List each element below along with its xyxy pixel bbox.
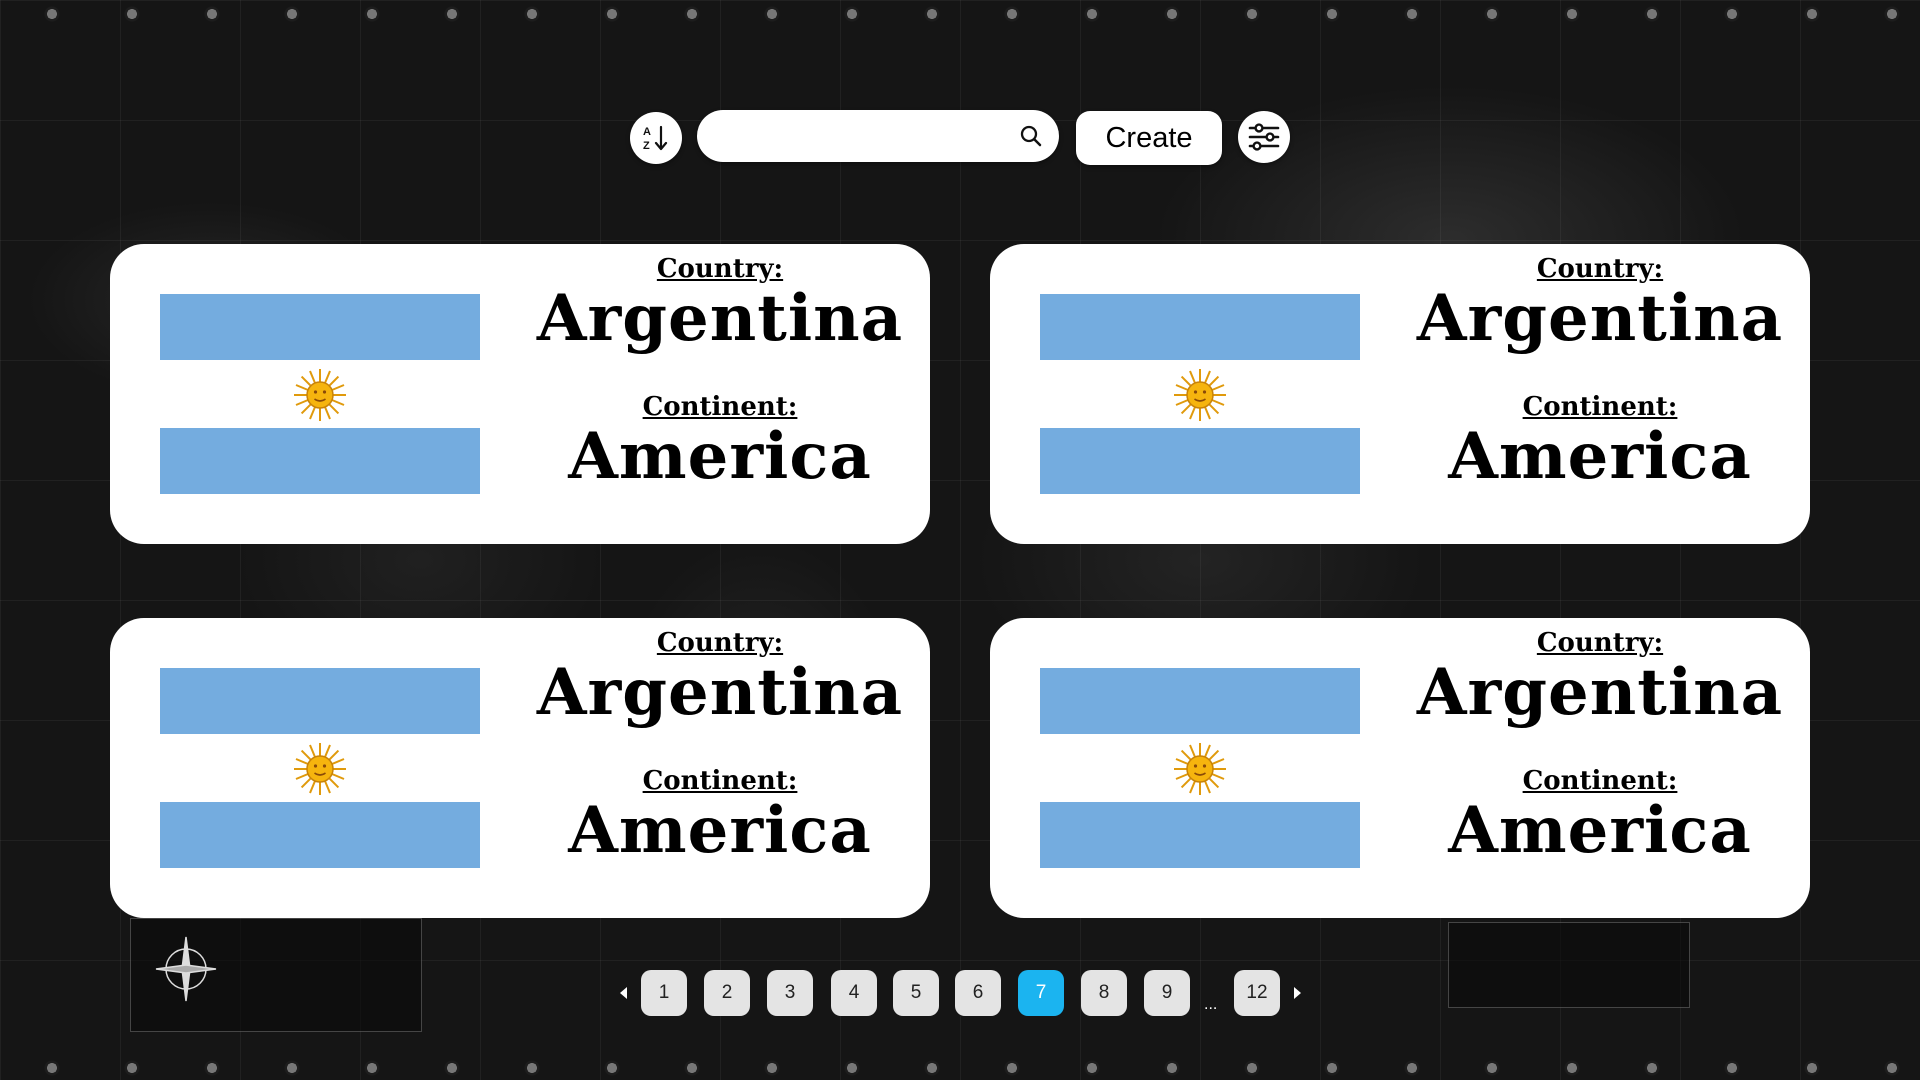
page-button[interactable]: 5 [893,970,939,1016]
country-card[interactable]: Country: Argentina Continent: America [990,618,1810,918]
page-button[interactable]: 6 [955,970,1001,1016]
country-name: Argentina [1416,655,1784,730]
filter-button[interactable] [1238,111,1290,163]
next-page-arrow-icon[interactable] [1294,987,1301,999]
card-info: Country: Argentina Continent: America [530,628,910,866]
search-icon[interactable] [1019,124,1043,148]
country-card[interactable]: Country: Argentina Continent: America [990,244,1810,544]
pagination: 1 2 3 4 5 6 7 8 9 ... 12 [0,970,1920,1020]
create-button[interactable]: Create [1076,111,1222,165]
continent-name: America [568,793,872,868]
card-info: Country: Argentina Continent: America [1410,628,1790,866]
search-bar[interactable] [697,110,1059,162]
country-label: Country: [1536,254,1664,284]
sort-button[interactable]: A Z [630,112,682,164]
country-name: Argentina [536,281,904,356]
pagination-ellipsis: ... [1204,996,1218,1013]
page-button[interactable]: 4 [831,970,877,1016]
country-label: Country: [656,628,784,658]
sun-of-may-icon [1174,369,1226,421]
sliders-icon [1248,123,1280,151]
page-button[interactable]: 8 [1081,970,1127,1016]
country-label: Country: [656,254,784,284]
flag-argentina-icon [160,294,480,494]
page-button[interactable]: 12 [1234,970,1280,1016]
flag-argentina-icon [1040,668,1360,868]
map-border-top [0,2,1920,26]
card-info: Country: Argentina Continent: America [530,254,910,492]
country-name: Argentina [1416,281,1784,356]
country-label: Country: [1536,628,1664,658]
flag-argentina-icon [1040,294,1360,494]
country-card[interactable]: Country: Argentina Continent: America [110,244,930,544]
map-border-bottom [0,1056,1920,1080]
country-card[interactable]: Country: Argentina Continent: America [110,618,930,918]
continent-label: Continent: [1522,766,1678,796]
card-info: Country: Argentina Continent: America [1410,254,1790,492]
flag-argentina-icon [160,668,480,868]
search-input[interactable] [719,118,1003,156]
svg-text:Z: Z [643,140,650,152]
svg-text:A: A [643,126,651,138]
continent-label: Continent: [642,766,798,796]
continent-label: Continent: [642,392,798,422]
page-button[interactable]: 3 [767,970,813,1016]
page-button[interactable]: 2 [704,970,750,1016]
continent-name: America [568,419,872,494]
sun-of-may-icon [294,369,346,421]
country-name: Argentina [536,655,904,730]
continent-name: America [1448,419,1752,494]
page-button[interactable]: 9 [1144,970,1190,1016]
page-button[interactable]: 1 [641,970,687,1016]
prev-page-arrow-icon[interactable] [620,987,627,999]
continent-label: Continent: [1522,392,1678,422]
sun-of-may-icon [1174,743,1226,795]
sort-alpha-icon: A Z [643,125,668,152]
continent-name: America [1448,793,1752,868]
sun-of-may-icon [294,743,346,795]
page-button-current[interactable]: 7 [1018,970,1064,1016]
